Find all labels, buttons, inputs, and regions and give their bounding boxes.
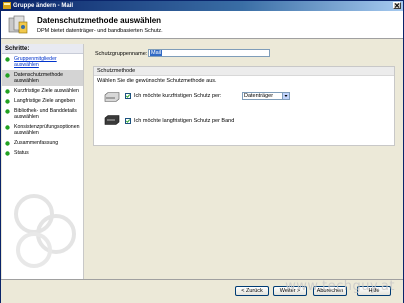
sidebar-item-datenschutzmethode: Datenschutzmethode auswählen xyxy=(2,70,83,86)
close-icon xyxy=(394,3,400,8)
sidebar-item-langfristige-ziele: Langfristige Ziele angeben xyxy=(2,96,83,106)
pending-step-icon xyxy=(5,151,10,156)
group-name-label: Schutzgruppenname: xyxy=(95,51,148,57)
pending-step-icon xyxy=(5,109,10,114)
sidebar-item-label: Konsistenzprüfungsoptionen auswählen xyxy=(14,124,80,136)
main-content: Schutzgruppenname: Mail Schutzmethode Wä… xyxy=(87,44,403,279)
page-title: Datenschutzmethode auswählen xyxy=(37,16,162,25)
checkmark-icon xyxy=(126,119,130,123)
protection-group-icon xyxy=(8,15,28,34)
sidebar-item-status: Status xyxy=(2,148,83,158)
sidebar-item-label: Gruppenmitglieder auswählen xyxy=(14,56,57,68)
tape-drive-icon xyxy=(104,115,120,125)
decorative-circles-graphic xyxy=(14,194,76,268)
short-term-media-select[interactable]: Datenträger xyxy=(242,92,290,100)
sidebar-item-label: Kurzfristige Ziele auswählen xyxy=(14,88,79,94)
sidebar-item-kurzfristige-ziele: Kurzfristige Ziele auswählen xyxy=(2,86,83,96)
short-term-label: Ich möchte kurzfristigen Schutz per: xyxy=(134,93,222,99)
title-bar: Gruppe ändern - Mail xyxy=(1,1,403,11)
page-subtitle: DPM bietet datenträger- und bandbasierte… xyxy=(37,28,163,34)
sidebar-item-zusammenfassung: Zusammenfassung xyxy=(2,138,83,148)
window-title: Gruppe ändern - Mail xyxy=(13,3,74,9)
completed-step-icon xyxy=(5,57,10,62)
watermark-text: www.techguy.at xyxy=(285,279,395,294)
checkmark-icon xyxy=(126,94,130,98)
protection-method-title: Schutzmethode xyxy=(94,67,394,76)
protection-method-group: Schutzmethode Wählen Sie die gewünschte … xyxy=(93,66,395,146)
disk-drive-icon xyxy=(104,92,120,102)
sidebar-item-label: Langfristige Ziele angeben xyxy=(14,98,76,104)
sidebar-item-label: Status xyxy=(14,150,29,156)
protection-method-description: Wählen Sie die gewünschte Schutzmethode … xyxy=(97,78,217,84)
group-name-input[interactable]: Mail xyxy=(148,49,270,57)
app-icon xyxy=(3,2,11,9)
sidebar-item-gruppenmitglieder[interactable]: Gruppenmitglieder auswählen xyxy=(2,54,83,70)
pending-step-icon xyxy=(5,99,10,104)
wizard-header: Datenschutzmethode auswählen DPM bietet … xyxy=(1,11,403,39)
group-name-value: Mail xyxy=(150,50,163,56)
dropdown-arrow-icon[interactable] xyxy=(282,93,289,99)
sidebar-item-label: Zusammenfassung xyxy=(14,140,59,146)
short-term-checkbox[interactable] xyxy=(125,93,131,99)
sidebar-item-konsistenz: Konsistenzprüfungsoptionen auswählen xyxy=(2,122,83,138)
pending-step-icon xyxy=(5,141,10,146)
pending-step-icon xyxy=(5,125,10,130)
sidebar-item-bibliothek: Bibliothek- und Banddetails auswählen xyxy=(2,106,83,122)
long-term-label: Ich möchte langfristigen Schutz per Band xyxy=(134,118,235,124)
steps-sidebar: Schritte: Gruppenmitglieder auswählen Da… xyxy=(2,44,84,279)
close-button[interactable] xyxy=(393,2,401,9)
pending-step-icon xyxy=(5,89,10,94)
long-term-checkbox[interactable] xyxy=(125,118,131,124)
current-step-icon xyxy=(5,73,10,78)
back-button[interactable]: < Zurück xyxy=(235,286,269,296)
wizard-window: Gruppe ändern - Mail Datenschutzmethode … xyxy=(0,0,404,303)
steps-heading: Schritte: xyxy=(2,44,83,54)
short-term-media-value: Datenträger xyxy=(244,93,274,99)
sidebar-item-label: Datenschutzmethode auswählen xyxy=(14,72,64,84)
sidebar-item-label: Bibliothek- und Banddetails auswählen xyxy=(14,108,77,120)
